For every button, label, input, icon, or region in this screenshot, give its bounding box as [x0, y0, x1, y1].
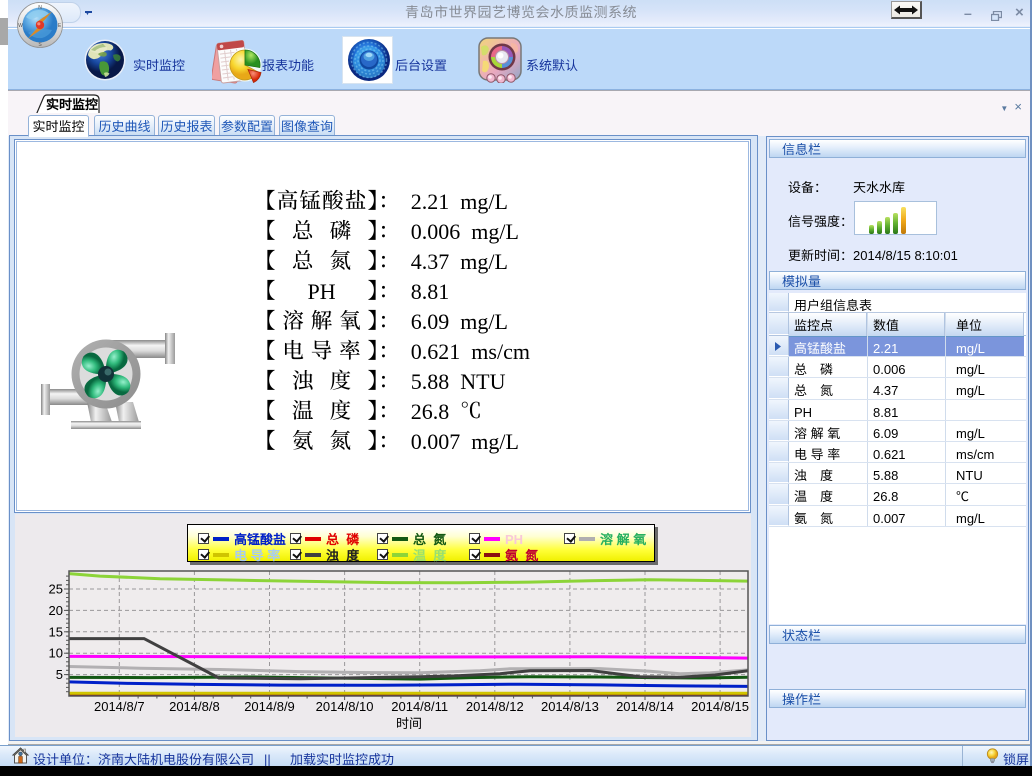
svg-text:2014/8/14: 2014/8/14 [616, 696, 674, 715]
svg-text:2014/8/7: 2014/8/7 [94, 696, 145, 715]
svg-text:2014/8/13: 2014/8/13 [541, 696, 599, 715]
svg-text:时间: 时间 [396, 713, 422, 732]
svg-text:25: 25 [49, 579, 63, 598]
svg-text:2014/8/9: 2014/8/9 [244, 696, 295, 715]
svg-text:20: 20 [49, 600, 63, 619]
svg-text:2014/8/12: 2014/8/12 [466, 696, 524, 715]
svg-text:10: 10 [49, 643, 63, 662]
svg-text:15: 15 [49, 621, 63, 640]
svg-text:N: N [38, 5, 42, 11]
svg-text:2014/8/15: 2014/8/15 [691, 696, 749, 715]
svg-text:2014/8/10: 2014/8/10 [316, 696, 374, 715]
svg-text:2014/8/8: 2014/8/8 [169, 696, 220, 715]
svg-text:5: 5 [56, 664, 63, 683]
svg-text:W: W [18, 23, 23, 29]
